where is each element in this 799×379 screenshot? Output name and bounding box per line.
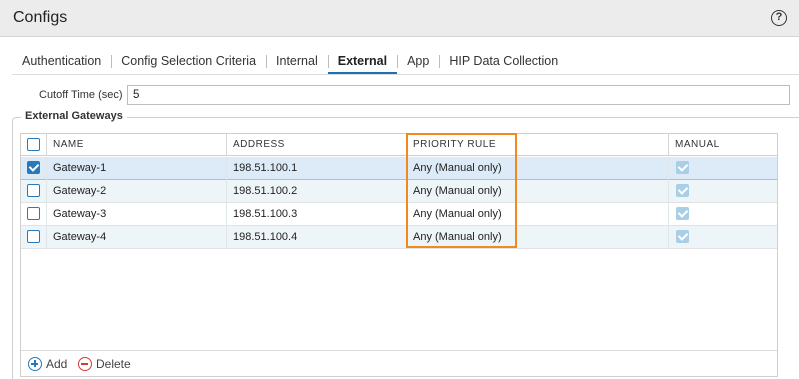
delete-button[interactable]: Delete [78, 357, 131, 371]
gateway-priority-rule: Any (Manual only) [407, 203, 669, 226]
column-header-name[interactable]: NAME [47, 134, 227, 156]
gateway-address: 198.51.100.1 [227, 157, 407, 180]
manual-checkbox [676, 161, 689, 174]
manual-checkbox [676, 207, 689, 220]
table-row[interactable]: Gateway-4 198.51.100.4 Any (Manual only) [21, 226, 777, 249]
column-header-address[interactable]: ADDRESS [227, 134, 407, 156]
tab-app[interactable]: App [397, 50, 439, 74]
cutoff-time-label: Cutoff Time (sec) [39, 89, 123, 101]
tab-internal[interactable]: Internal [266, 50, 328, 74]
column-header-priority-rule[interactable]: PRIORITY RULE [407, 134, 669, 156]
dialog-titlebar: Configs ? [0, 0, 799, 37]
tab-divider [12, 74, 799, 75]
plus-circle-icon [28, 357, 42, 371]
row-select-checkbox[interactable] [27, 207, 40, 220]
tab-hip-data-collection[interactable]: HIP Data Collection [439, 50, 568, 74]
header-select-cell [21, 134, 47, 156]
cutoff-time-input[interactable] [127, 85, 790, 105]
external-gateways-legend: External Gateways [21, 110, 127, 122]
table-header: NAME ADDRESS PRIORITY RULE MANUAL [21, 134, 777, 156]
tab-authentication[interactable]: Authentication [12, 50, 111, 74]
tab-bar: Authentication Config Selection Criteria… [12, 50, 568, 76]
dialog-title: Configs [13, 9, 68, 26]
row-select-checkbox[interactable] [27, 230, 40, 243]
gateways-table: NAME ADDRESS PRIORITY RULE MANUAL Gatewa… [20, 133, 778, 377]
table-footer-toolbar: Add Delete [21, 350, 777, 376]
select-all-checkbox[interactable] [27, 138, 40, 151]
minus-circle-icon [78, 357, 92, 371]
gateway-name: Gateway-2 [47, 180, 227, 203]
gateway-address: 198.51.100.2 [227, 180, 407, 203]
add-button[interactable]: Add [28, 357, 67, 371]
help-icon[interactable]: ? [771, 10, 787, 26]
gateway-name: Gateway-3 [47, 203, 227, 226]
gateway-priority-rule: Any (Manual only) [407, 226, 669, 249]
table-row[interactable]: Gateway-3 198.51.100.3 Any (Manual only) [21, 203, 777, 226]
gateway-priority-rule: Any (Manual only) [407, 157, 669, 180]
table-row[interactable]: Gateway-2 198.51.100.2 Any (Manual only) [21, 180, 777, 203]
gateway-address: 198.51.100.3 [227, 203, 407, 226]
gateway-name: Gateway-4 [47, 226, 227, 249]
column-header-manual[interactable]: MANUAL [669, 134, 777, 156]
add-button-label: Add [46, 357, 68, 371]
delete-button-label: Delete [96, 357, 131, 371]
gateway-address: 198.51.100.4 [227, 226, 407, 249]
tab-external[interactable]: External [327, 50, 398, 74]
manual-checkbox [676, 230, 689, 243]
table-row[interactable]: Gateway-1 198.51.100.1 Any (Manual only) [21, 157, 777, 180]
row-select-checkbox[interactable] [27, 184, 40, 197]
gateway-name: Gateway-1 [47, 157, 227, 180]
gateway-priority-rule: Any (Manual only) [407, 180, 669, 203]
row-select-checkbox[interactable] [27, 161, 40, 174]
tab-config-selection-criteria[interactable]: Config Selection Criteria [111, 50, 266, 74]
manual-checkbox [676, 184, 689, 197]
